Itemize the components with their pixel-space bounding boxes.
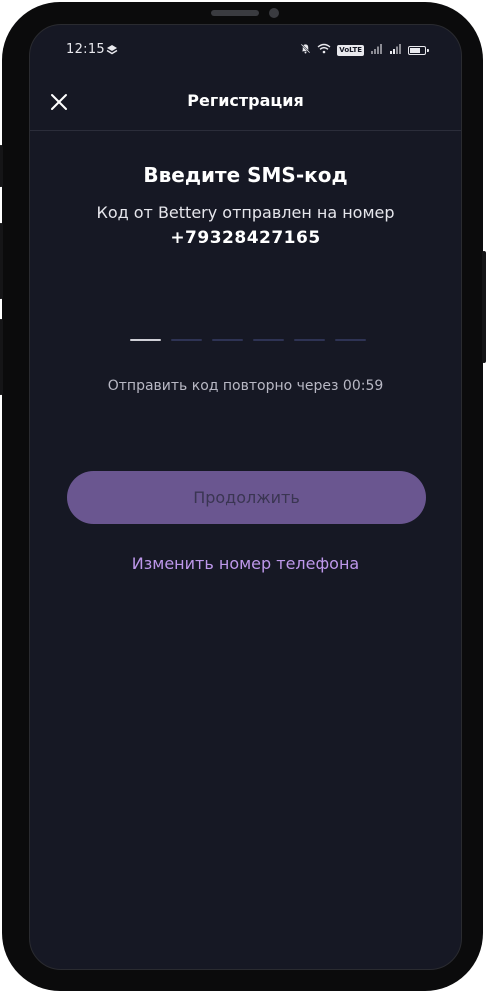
signal-icon: [389, 43, 402, 58]
form-subtitle: Код от Bettery отправлен на номер: [96, 203, 395, 222]
page-title: Регистрация: [187, 91, 304, 110]
phone-screen: 12:15 VoLTE Регистрация Введите SMS-код …: [29, 24, 462, 970]
app-header: Регистрация: [30, 77, 461, 131]
resend-timer: Отправить код повторно через 00:59: [107, 378, 384, 394]
phone-frame: 12:15 VoLTE Регистрация Введите SMS-код …: [0, 2, 486, 991]
front-camera: [269, 8, 279, 18]
code-digit-slot[interactable]: [253, 339, 284, 341]
side-button-right: [482, 251, 486, 363]
side-button-left-2: [0, 223, 3, 299]
continue-button[interactable]: Продолжить: [67, 471, 426, 524]
bell-off-icon: [300, 43, 311, 58]
code-digit-slot[interactable]: [335, 339, 366, 341]
phone-number: +79328427165: [170, 228, 321, 248]
wifi-icon: [317, 43, 331, 58]
volte-badge: VoLTE: [337, 44, 364, 56]
speaker-grille: [211, 10, 259, 16]
status-bar: 12:15 VoLTE: [30, 39, 461, 61]
change-phone-link[interactable]: Изменить номер телефона: [30, 554, 461, 573]
code-digit-slot[interactable]: [171, 339, 202, 341]
code-digit-slot[interactable]: [130, 339, 161, 341]
layers-icon: [106, 44, 118, 56]
code-digit-slot[interactable]: [212, 339, 243, 341]
form-title: Введите SMS-код: [143, 163, 348, 187]
code-digit-slot[interactable]: [294, 339, 325, 341]
status-icons: VoLTE: [300, 43, 429, 58]
signal-icon: [370, 43, 383, 58]
side-button-left-3: [0, 319, 3, 395]
status-time: 12:15: [66, 42, 105, 57]
side-button-left-1: [0, 145, 3, 187]
sms-code-input[interactable]: [130, 339, 366, 345]
battery-icon: [408, 45, 429, 55]
